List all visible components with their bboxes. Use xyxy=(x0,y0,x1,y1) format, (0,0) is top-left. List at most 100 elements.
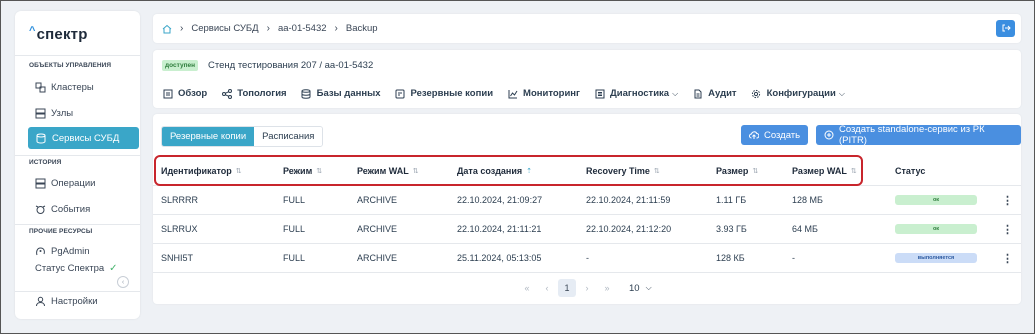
collapse-sidebar-icon[interactable]: ‹ xyxy=(117,276,129,288)
tab-backups[interactable]: Резервные копии xyxy=(395,88,494,99)
service-header: доступен Стенд тестирования 207 / aa-01-… xyxy=(153,50,1021,108)
first-page-button[interactable]: « xyxy=(518,279,536,297)
table-row[interactable]: SNHI5T FULL ARCHIVE 25.11.2024, 05:13:05… xyxy=(153,244,1021,273)
tab-label: Топология xyxy=(237,88,287,99)
more-actions-icon[interactable]: ⋮ xyxy=(1002,223,1013,236)
gear-icon xyxy=(751,88,762,99)
section-title-objects: ОБЪЕКТЫ УПРАВЛЕНИЯ xyxy=(29,62,112,69)
tab-diagnostics[interactable]: Диагностика ⌵ xyxy=(594,88,678,99)
table-row[interactable]: SLRRRR FULL ARCHIVE 22.10.2024, 21:09:27… xyxy=(153,186,1021,215)
tab-label: Мониторинг xyxy=(523,88,580,99)
sidebar-item-label: Сервисы СУБД xyxy=(52,132,120,144)
more-actions-icon[interactable]: ⋮ xyxy=(1002,252,1013,265)
cell-created: 22.10.2024, 21:09:27 xyxy=(457,195,543,205)
cell-created: 25.11.2024, 05:13:05 xyxy=(457,253,542,263)
overview-icon xyxy=(162,88,173,99)
divider xyxy=(15,155,140,156)
sidebar-item-label: События xyxy=(51,203,91,215)
section-title-history: ИСТОРИЯ xyxy=(29,159,62,166)
breadcrumb-item[interactable]: Сервисы СУБД xyxy=(191,23,258,34)
logout-icon xyxy=(1001,23,1011,35)
check-icon: ✓ xyxy=(109,262,118,274)
page-size-select[interactable]: 10 ⌵ xyxy=(629,283,652,294)
sidebar-item-clusters[interactable]: Кластеры xyxy=(35,78,94,96)
chevron-right-icon: › xyxy=(334,23,338,34)
cell-recovery-time: 22.10.2024, 21:11:59 xyxy=(586,195,671,205)
status-badge: ок xyxy=(895,195,977,205)
next-page-button[interactable]: › xyxy=(578,279,596,297)
app-window: ^спектр ОБЪЕКТЫ УПРАВЛЕНИЯ Кластеры Узлы… xyxy=(0,0,1035,334)
button-label: Создать xyxy=(764,129,801,141)
sidebar-item-events[interactable]: События xyxy=(35,200,90,218)
sidebar-item-label: Операции xyxy=(51,177,96,189)
sidebar-item-nodes[interactable]: Узлы xyxy=(35,104,73,122)
cell-id: SLRRRR xyxy=(161,195,199,205)
tab-backup-copies[interactable]: Резервные копии xyxy=(162,127,255,146)
database-service-icon xyxy=(36,133,47,144)
home-icon[interactable] xyxy=(162,24,172,34)
breadcrumb-item[interactable]: aa-01-5432 xyxy=(278,23,327,34)
server-icon xyxy=(35,108,46,119)
tab-label: Резервные копии xyxy=(410,88,494,99)
prev-page-button[interactable]: ‹ xyxy=(538,279,556,297)
button-label: Создать standalone-сервис из РК (PITR) xyxy=(839,124,985,146)
app-logo[interactable]: ^спектр xyxy=(29,25,88,43)
database-icon xyxy=(301,88,312,99)
breadcrumb-item: Backup xyxy=(345,23,378,34)
more-actions-icon[interactable]: ⋮ xyxy=(1002,194,1013,207)
cell-id: SLRRUX xyxy=(161,224,198,234)
tab-audit[interactable]: Аудит xyxy=(692,88,737,99)
chevron-right-icon: › xyxy=(266,23,270,34)
tab-label: Обзор xyxy=(178,88,208,99)
column-header-highlight xyxy=(154,155,863,186)
backup-tabs: Резервные копии Расписания xyxy=(161,126,324,147)
cell-wal-mode: ARCHIVE xyxy=(357,224,398,234)
cell-recovery-time: 22.10.2024, 21:12:20 xyxy=(586,224,672,234)
service-nav: Обзор Топология Базы данных Резервные ко… xyxy=(162,88,859,99)
cell-mode: FULL xyxy=(283,253,306,263)
cell-size: 3.93 ГБ xyxy=(716,224,747,234)
sidebar-item-label: Узлы xyxy=(51,107,74,119)
tab-label: Конфигурации xyxy=(766,88,836,99)
events-icon xyxy=(35,204,46,215)
page-button[interactable]: 1 xyxy=(558,279,576,297)
sidebar-item-operations[interactable]: Операции xyxy=(35,174,95,192)
column-header-status: Статус xyxy=(895,166,925,176)
sidebar-item-status[interactable]: Статус Спектра ✓ xyxy=(35,259,118,277)
operations-icon xyxy=(35,178,46,189)
tab-topology[interactable]: Топология xyxy=(221,88,287,99)
tab-schedules[interactable]: Расписания xyxy=(254,127,323,146)
backup-icon xyxy=(395,88,406,99)
tab-label: Базы данных xyxy=(316,88,381,99)
sidebar-item-settings[interactable]: Настройки xyxy=(35,292,98,310)
tab-label: Диагностика xyxy=(610,88,670,99)
cell-wal-size: - xyxy=(792,253,795,263)
section-title-other: ПРОЧИЕ РЕСУРСЫ xyxy=(29,228,93,235)
sidebar-item-pgadmin[interactable]: PgAdmin xyxy=(35,242,90,260)
pagination: « ‹ 1 › » 10 ⌵ xyxy=(517,279,652,297)
diagnostics-icon xyxy=(594,88,605,99)
cell-wal-mode: ARCHIVE xyxy=(357,253,398,263)
create-button[interactable]: Создать xyxy=(741,125,809,145)
cluster-icon xyxy=(35,82,46,93)
tab-monitoring[interactable]: Мониторинг xyxy=(507,88,580,99)
status-badge: доступен xyxy=(162,60,199,71)
sidebar-item-db-services[interactable]: Сервисы СУБД xyxy=(28,127,139,149)
chevron-right-icon: › xyxy=(180,23,184,34)
tab-databases[interactable]: Базы данных xyxy=(301,88,381,99)
cell-size: 128 КБ xyxy=(716,253,745,263)
topology-icon xyxy=(221,88,232,99)
chevron-down-icon: ⌵ xyxy=(645,283,652,292)
table-row[interactable]: SLRRUX FULL ARCHIVE 22.10.2024, 21:11:21… xyxy=(153,215,1021,244)
cell-created: 22.10.2024, 21:11:21 xyxy=(457,224,542,234)
sidebar-item-label: Статус Спектра xyxy=(35,262,105,274)
last-page-button[interactable]: » xyxy=(598,279,616,297)
logout-button[interactable] xyxy=(996,20,1015,37)
cell-wal-size: 64 МБ xyxy=(792,224,818,234)
cell-size: 1.11 ГБ xyxy=(716,195,747,205)
cell-mode: FULL xyxy=(283,224,306,234)
create-standalone-button[interactable]: Создать standalone-сервис из РК (PITR) xyxy=(816,124,1021,146)
tab-overview[interactable]: Обзор xyxy=(162,88,207,99)
cell-wal-size: 128 МБ xyxy=(792,195,823,205)
tab-configurations[interactable]: Конфигурации ⌵ xyxy=(751,88,845,99)
